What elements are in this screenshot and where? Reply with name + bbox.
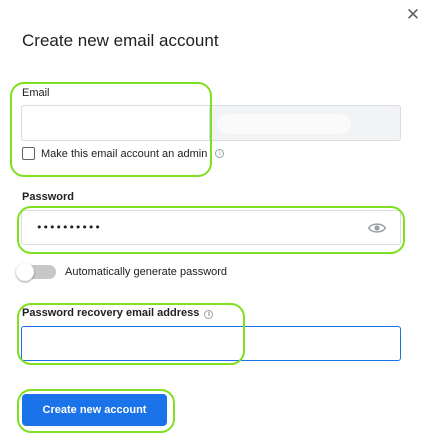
email-domain-select[interactable] bbox=[217, 114, 351, 134]
email-label: Email bbox=[22, 87, 50, 99]
password-label: Password bbox=[22, 191, 74, 203]
auto-generate-label: Automatically generate password bbox=[65, 266, 228, 278]
admin-checkbox-label: Make this email account an admin bbox=[41, 147, 208, 160]
recovery-email-label: Password recovery email address bbox=[22, 307, 200, 319]
eye-icon[interactable] bbox=[368, 220, 386, 236]
create-account-button[interactable]: Create new account bbox=[22, 394, 167, 426]
dialog-title: Create new email account bbox=[22, 31, 219, 50]
auto-generate-row[interactable]: Automatically generate password bbox=[16, 263, 228, 281]
admin-checkbox-row[interactable]: Make this email account an admin i bbox=[22, 147, 225, 160]
recovery-email-label-row: Password recovery email address i bbox=[22, 307, 214, 319]
email-username-input[interactable] bbox=[22, 106, 210, 140]
toggle-knob bbox=[16, 263, 34, 281]
password-field[interactable]: •••••••••• bbox=[21, 210, 401, 245]
close-icon[interactable]: ✕ bbox=[402, 4, 424, 26]
create-account-dialog: ✕ Create new email account Email Make th… bbox=[0, 0, 425, 440]
email-field[interactable] bbox=[21, 105, 401, 141]
info-icon[interactable]: i bbox=[215, 149, 225, 158]
admin-checkbox[interactable] bbox=[22, 147, 35, 160]
info-icon[interactable]: i bbox=[204, 310, 214, 319]
password-value: •••••••••• bbox=[36, 221, 101, 234]
recovery-email-input[interactable] bbox=[21, 326, 401, 361]
auto-generate-toggle[interactable] bbox=[16, 263, 56, 281]
